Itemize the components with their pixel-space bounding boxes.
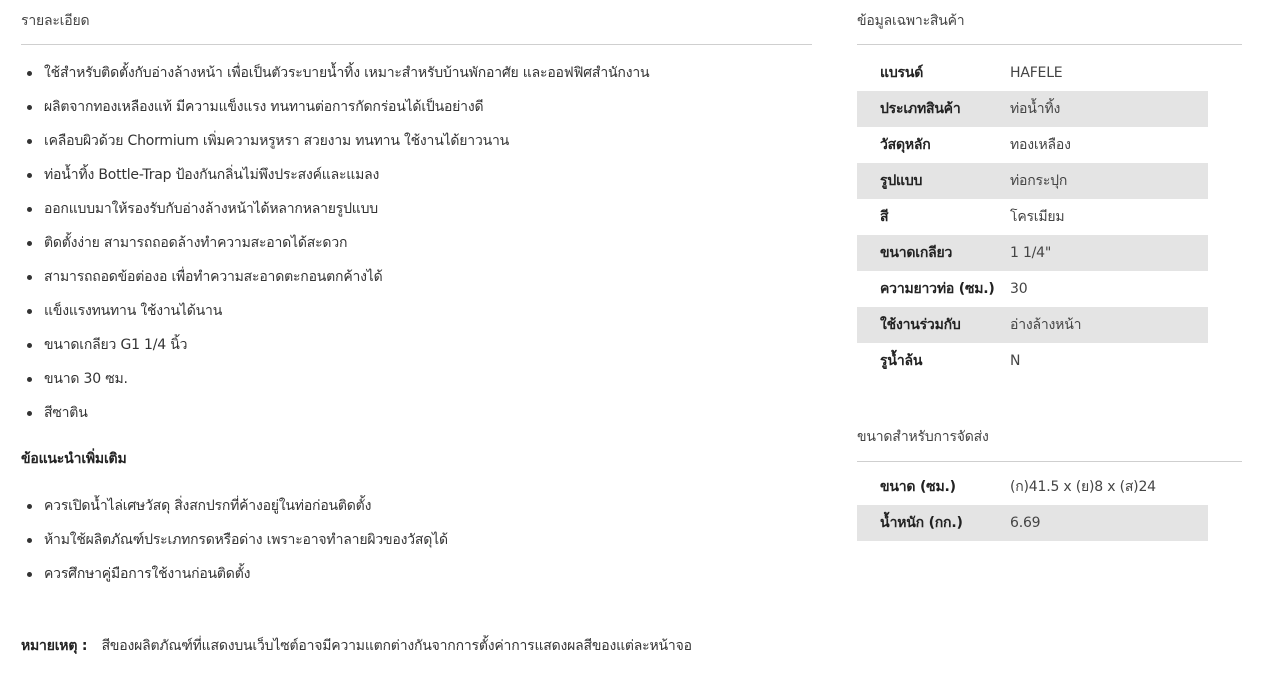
table-row: วัสดุหลัก ทองเหลือง xyxy=(857,127,1208,163)
list-item: ควรศึกษาคู่มือการใช้งานก่อนติดตั้ง xyxy=(21,562,812,596)
table-row: ใช้งานร่วมกับ อ่างล้างหน้า xyxy=(857,307,1208,343)
table-row: สี โครเมียม xyxy=(857,199,1208,235)
details-column: รายละเอียด ใช้สำหรับติดตั้งกับอ่างล้างหน… xyxy=(21,0,812,654)
spec-value: ทองเหลือง xyxy=(1010,137,1071,153)
shipping-table: ขนาด (ซม.) (ก)41.5 x (ย)8 x (ส)24 น้ำหนั… xyxy=(857,469,1208,541)
table-row: ประเภทสินค้า ท่อน้ำทิ้ง xyxy=(857,91,1208,127)
specs-column: ข้อมูลเฉพาะสินค้า แบรนด์ HAFELE ประเภทสิ… xyxy=(857,0,1242,541)
spec-key: ประเภทสินค้า xyxy=(880,101,961,117)
spec-key: แบรนด์ xyxy=(880,65,924,81)
table-row: ความยาวท่อ (ซม.) 30 xyxy=(857,271,1208,307)
specs-title: ข้อมูลเฉพาะสินค้า xyxy=(857,0,1242,45)
note-label: หมายเหตุ : xyxy=(21,638,88,654)
list-item: ห้ามใช้ผลิตภัณฑ์ประเภทกรดหรือด่าง เพราะอ… xyxy=(21,528,812,562)
spec-value: ท่อกระปุก xyxy=(1010,173,1068,189)
spec-value: โครเมียม xyxy=(1010,209,1065,225)
spec-key: ความยาวท่อ (ซม.) xyxy=(880,281,995,297)
spec-key: ขนาด (ซม.) xyxy=(880,479,956,495)
shipping-title: ขนาดสำหรับการจัดส่ง xyxy=(857,417,1242,462)
list-item: ผลิตจากทองเหลืองแท้ มีความแข็งแรง ทนทานต… xyxy=(21,95,812,129)
note: หมายเหตุ : สีของผลิตภัณฑ์ที่แสดงบนเว็บไซ… xyxy=(21,636,692,656)
list-item: ขนาดเกลียว G1 1/4 นิ้ว xyxy=(21,333,812,367)
table-row: รูปแบบ ท่อกระปุก xyxy=(857,163,1208,199)
table-row: แบรนด์ HAFELE xyxy=(857,55,1208,91)
spec-key: ขนาดเกลียว xyxy=(880,245,953,261)
spec-key: น้ำหนัก (กก.) xyxy=(880,515,963,531)
product-info-page: รายละเอียด ใช้สำหรับติดตั้งกับอ่างล้างหน… xyxy=(0,0,1266,678)
table-row: ขนาดเกลียว 1 1/4" xyxy=(857,235,1208,271)
spec-key: สี xyxy=(880,209,889,225)
list-item: สามารถถอดข้อต่องอ เพื่อทำความสะอาดตะกอนต… xyxy=(21,265,812,299)
spec-value: N xyxy=(1010,353,1021,369)
spec-value: ท่อน้ำทิ้ง xyxy=(1010,101,1061,117)
list-item: แข็งแรงทนทาน ใช้งานได้นาน xyxy=(21,299,812,333)
spec-value: 6.69 xyxy=(1010,515,1041,531)
tips-heading: ข้อแนะนำเพิ่มเติม xyxy=(21,451,127,467)
list-item: ออกแบบมาให้รองรับกับอ่างล้างหน้าได้หลากห… xyxy=(21,197,812,231)
table-row: ขนาด (ซม.) (ก)41.5 x (ย)8 x (ส)24 xyxy=(857,469,1208,505)
list-item: ขนาด 30 ซม. xyxy=(21,367,812,401)
list-item: ท่อน้ำทิ้ง Bottle-Trap ป้องกันกลิ่นไม่พึ… xyxy=(21,163,812,197)
spec-value: อ่างล้างหน้า xyxy=(1010,317,1082,333)
spec-key: ใช้งานร่วมกับ xyxy=(880,317,961,333)
spec-value: HAFELE xyxy=(1010,65,1063,81)
tips-list: ควรเปิดน้ำไล่เศษวัสดุ สิ่งสกปรกที่ค้างอย… xyxy=(21,494,812,596)
spec-key: รูปแบบ xyxy=(880,173,923,189)
list-item: เคลือบผิวด้วย Chormium เพิ่มความหรูหรา ส… xyxy=(21,129,812,163)
table-row: รูน้ำล้น N xyxy=(857,343,1208,379)
list-item: ติดตั้งง่าย สามารถถอดล้างทำความสะอาดได้ส… xyxy=(21,231,812,265)
note-text: สีของผลิตภัณฑ์ที่แสดงบนเว็บไซต์อาจมีความ… xyxy=(101,638,692,654)
list-item: ควรเปิดน้ำไล่เศษวัสดุ สิ่งสกปรกที่ค้างอย… xyxy=(21,494,812,528)
list-item: ใช้สำหรับติดตั้งกับอ่างล้างหน้า เพื่อเป็… xyxy=(21,61,812,95)
spec-value: (ก)41.5 x (ย)8 x (ส)24 xyxy=(1010,479,1156,495)
spec-value: 30 xyxy=(1010,281,1028,297)
spec-key: วัสดุหลัก xyxy=(880,137,931,153)
list-item: สีซาติน xyxy=(21,401,812,435)
spec-value: 1 1/4" xyxy=(1010,245,1052,261)
specs-table: แบรนด์ HAFELE ประเภทสินค้า ท่อน้ำทิ้ง วั… xyxy=(857,55,1208,379)
spec-key: รูน้ำล้น xyxy=(880,353,923,369)
table-row: น้ำหนัก (กก.) 6.69 xyxy=(857,505,1208,541)
details-title: รายละเอียด xyxy=(21,0,812,45)
details-list: ใช้สำหรับติดตั้งกับอ่างล้างหน้า เพื่อเป็… xyxy=(21,61,812,435)
